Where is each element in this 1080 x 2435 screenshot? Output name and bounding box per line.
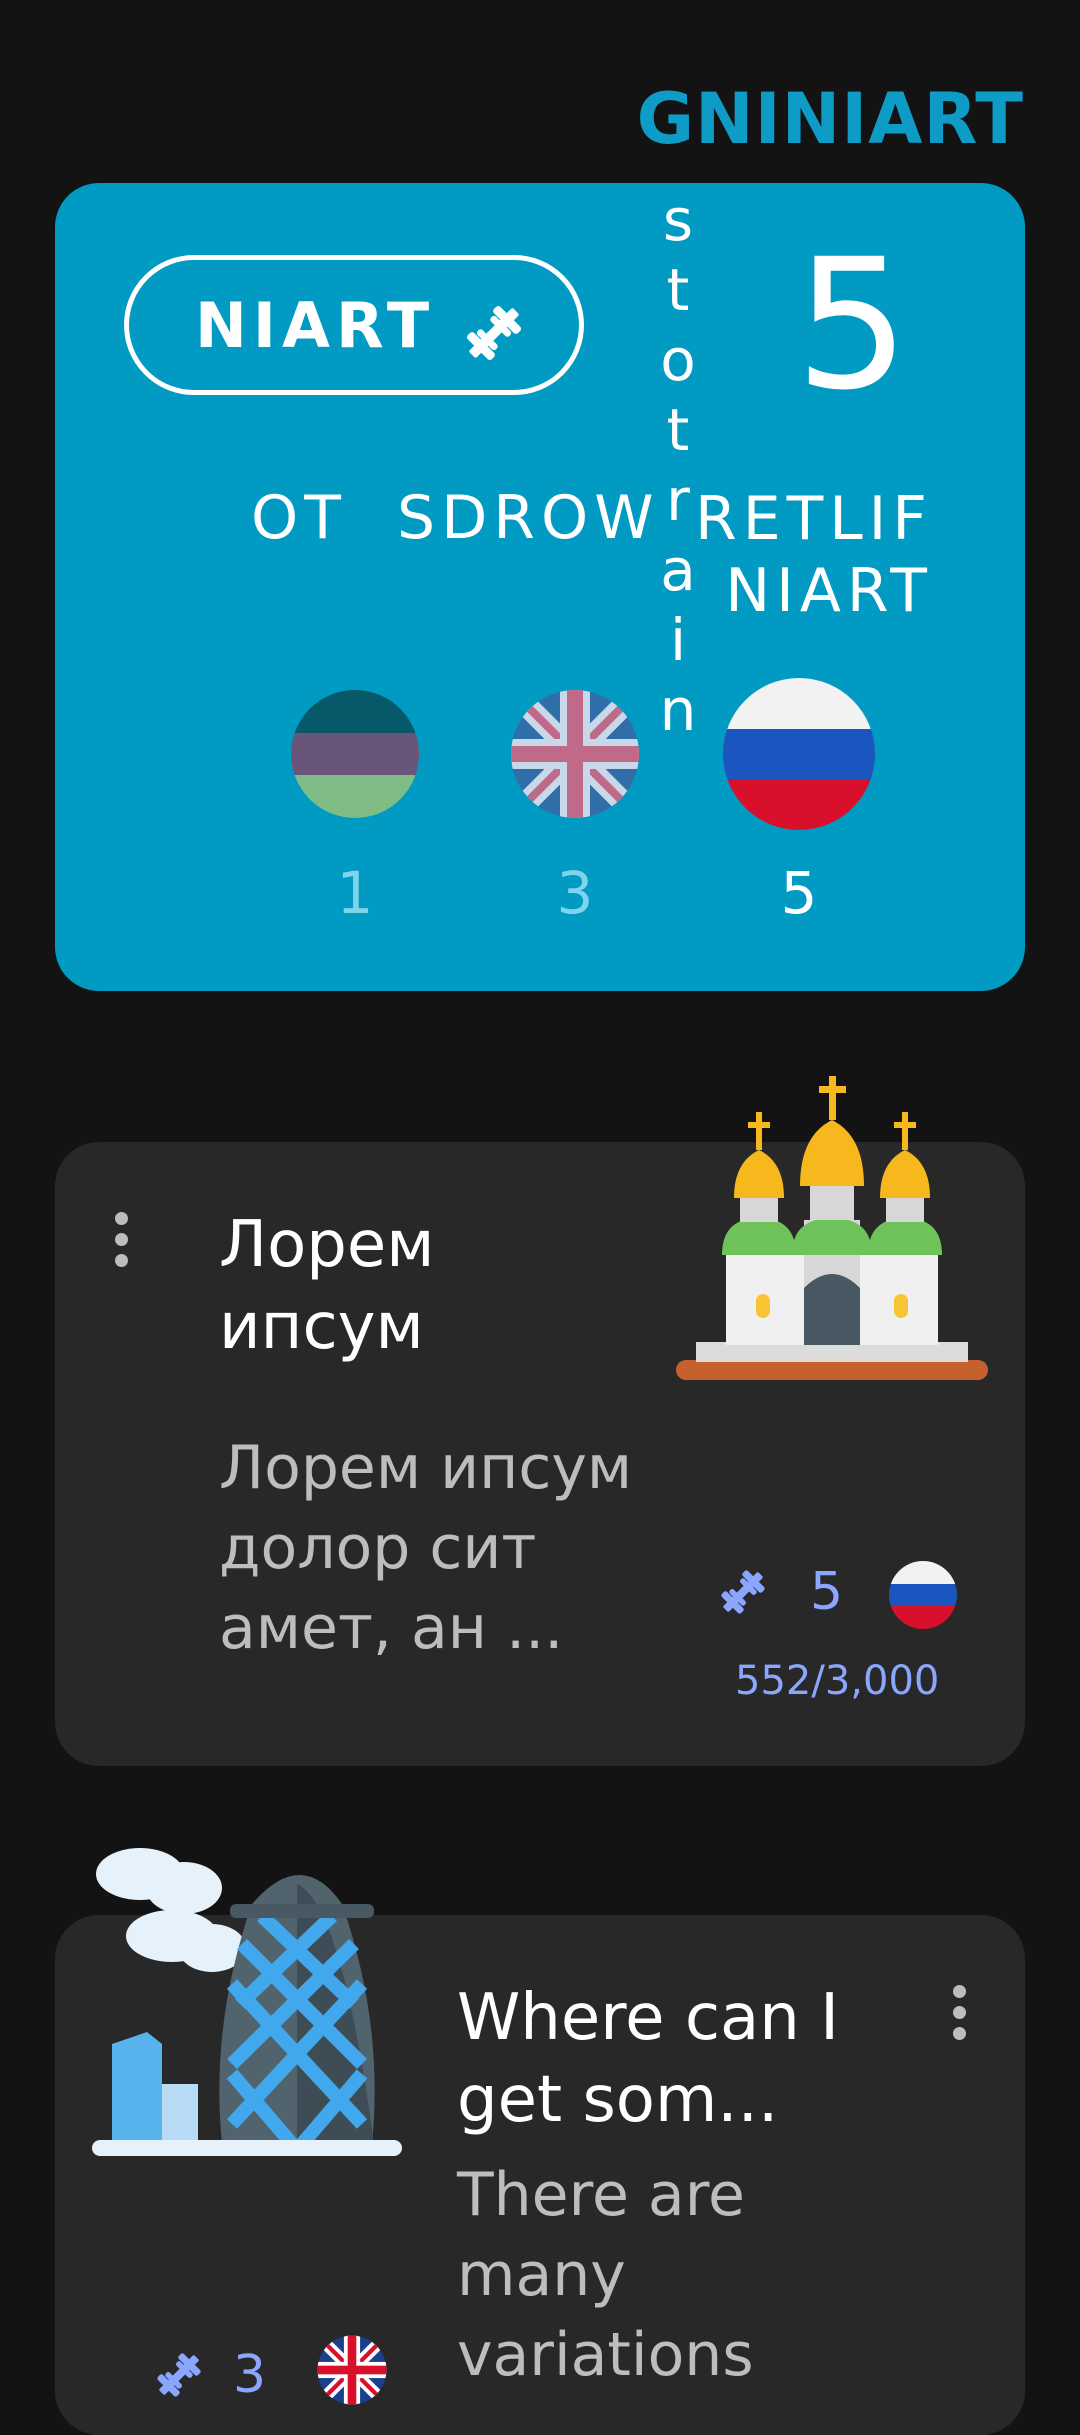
dumbbell-icon	[715, 1564, 771, 1624]
post-excerpt: Лорем ипсум долор сит амет, ан ...	[219, 1433, 633, 1663]
language-filter-2[interactable]	[510, 689, 640, 823]
purple-green-flag-icon	[291, 690, 419, 818]
filter-label-line1: RETLIF	[695, 484, 933, 554]
word-count: 5	[810, 1562, 844, 1622]
russia-flag-icon	[723, 678, 875, 830]
vertical-letter: t	[666, 256, 692, 324]
language-filter-3[interactable]	[722, 677, 876, 835]
post-title: Лорем ипсум	[219, 1208, 435, 1364]
dumbbell-icon	[151, 2347, 207, 2407]
training-card: NIART s t o t r a i n 5 OT SDROW RETLIF …	[55, 183, 1025, 991]
filter-label[interactable]: RETLIF NIART	[695, 483, 933, 627]
screen-title: GNINIART	[636, 78, 1024, 160]
language-count: 5	[780, 859, 818, 927]
word-count: 3	[233, 2345, 267, 2405]
vertical-letter: o	[660, 326, 698, 394]
words-to-label: OT SDROW	[251, 483, 660, 553]
total-words-count: 5	[795, 221, 910, 430]
dumbbell-icon	[459, 298, 529, 372]
uk-flag-icon	[317, 2335, 387, 2409]
vertical-letter: t	[666, 396, 692, 464]
more-options-icon[interactable]	[111, 1212, 131, 1275]
reading-progress: 552/3,000	[735, 1658, 940, 1704]
train-button-label: NIART	[195, 288, 436, 362]
post-title: Where can I get som...	[457, 1981, 840, 2137]
gherkin-building-icon	[92, 1844, 406, 2164]
filter-label-line2: NIART	[725, 556, 933, 626]
russia-flag-icon	[888, 1560, 958, 1634]
church-icon	[676, 1070, 988, 1390]
vertical-letter: n	[659, 676, 699, 744]
vertical-letter: s	[662, 186, 696, 254]
language-count: 3	[556, 859, 594, 927]
train-button[interactable]: NIART	[124, 255, 584, 395]
more-options-icon[interactable]	[949, 1985, 969, 2048]
language-filter-1[interactable]	[290, 689, 420, 823]
language-count: 1	[336, 859, 374, 927]
uk-flag-icon	[511, 690, 639, 818]
vertical-text: s t o t r a i n	[649, 185, 709, 745]
post-excerpt: There are many variations	[457, 2160, 754, 2390]
